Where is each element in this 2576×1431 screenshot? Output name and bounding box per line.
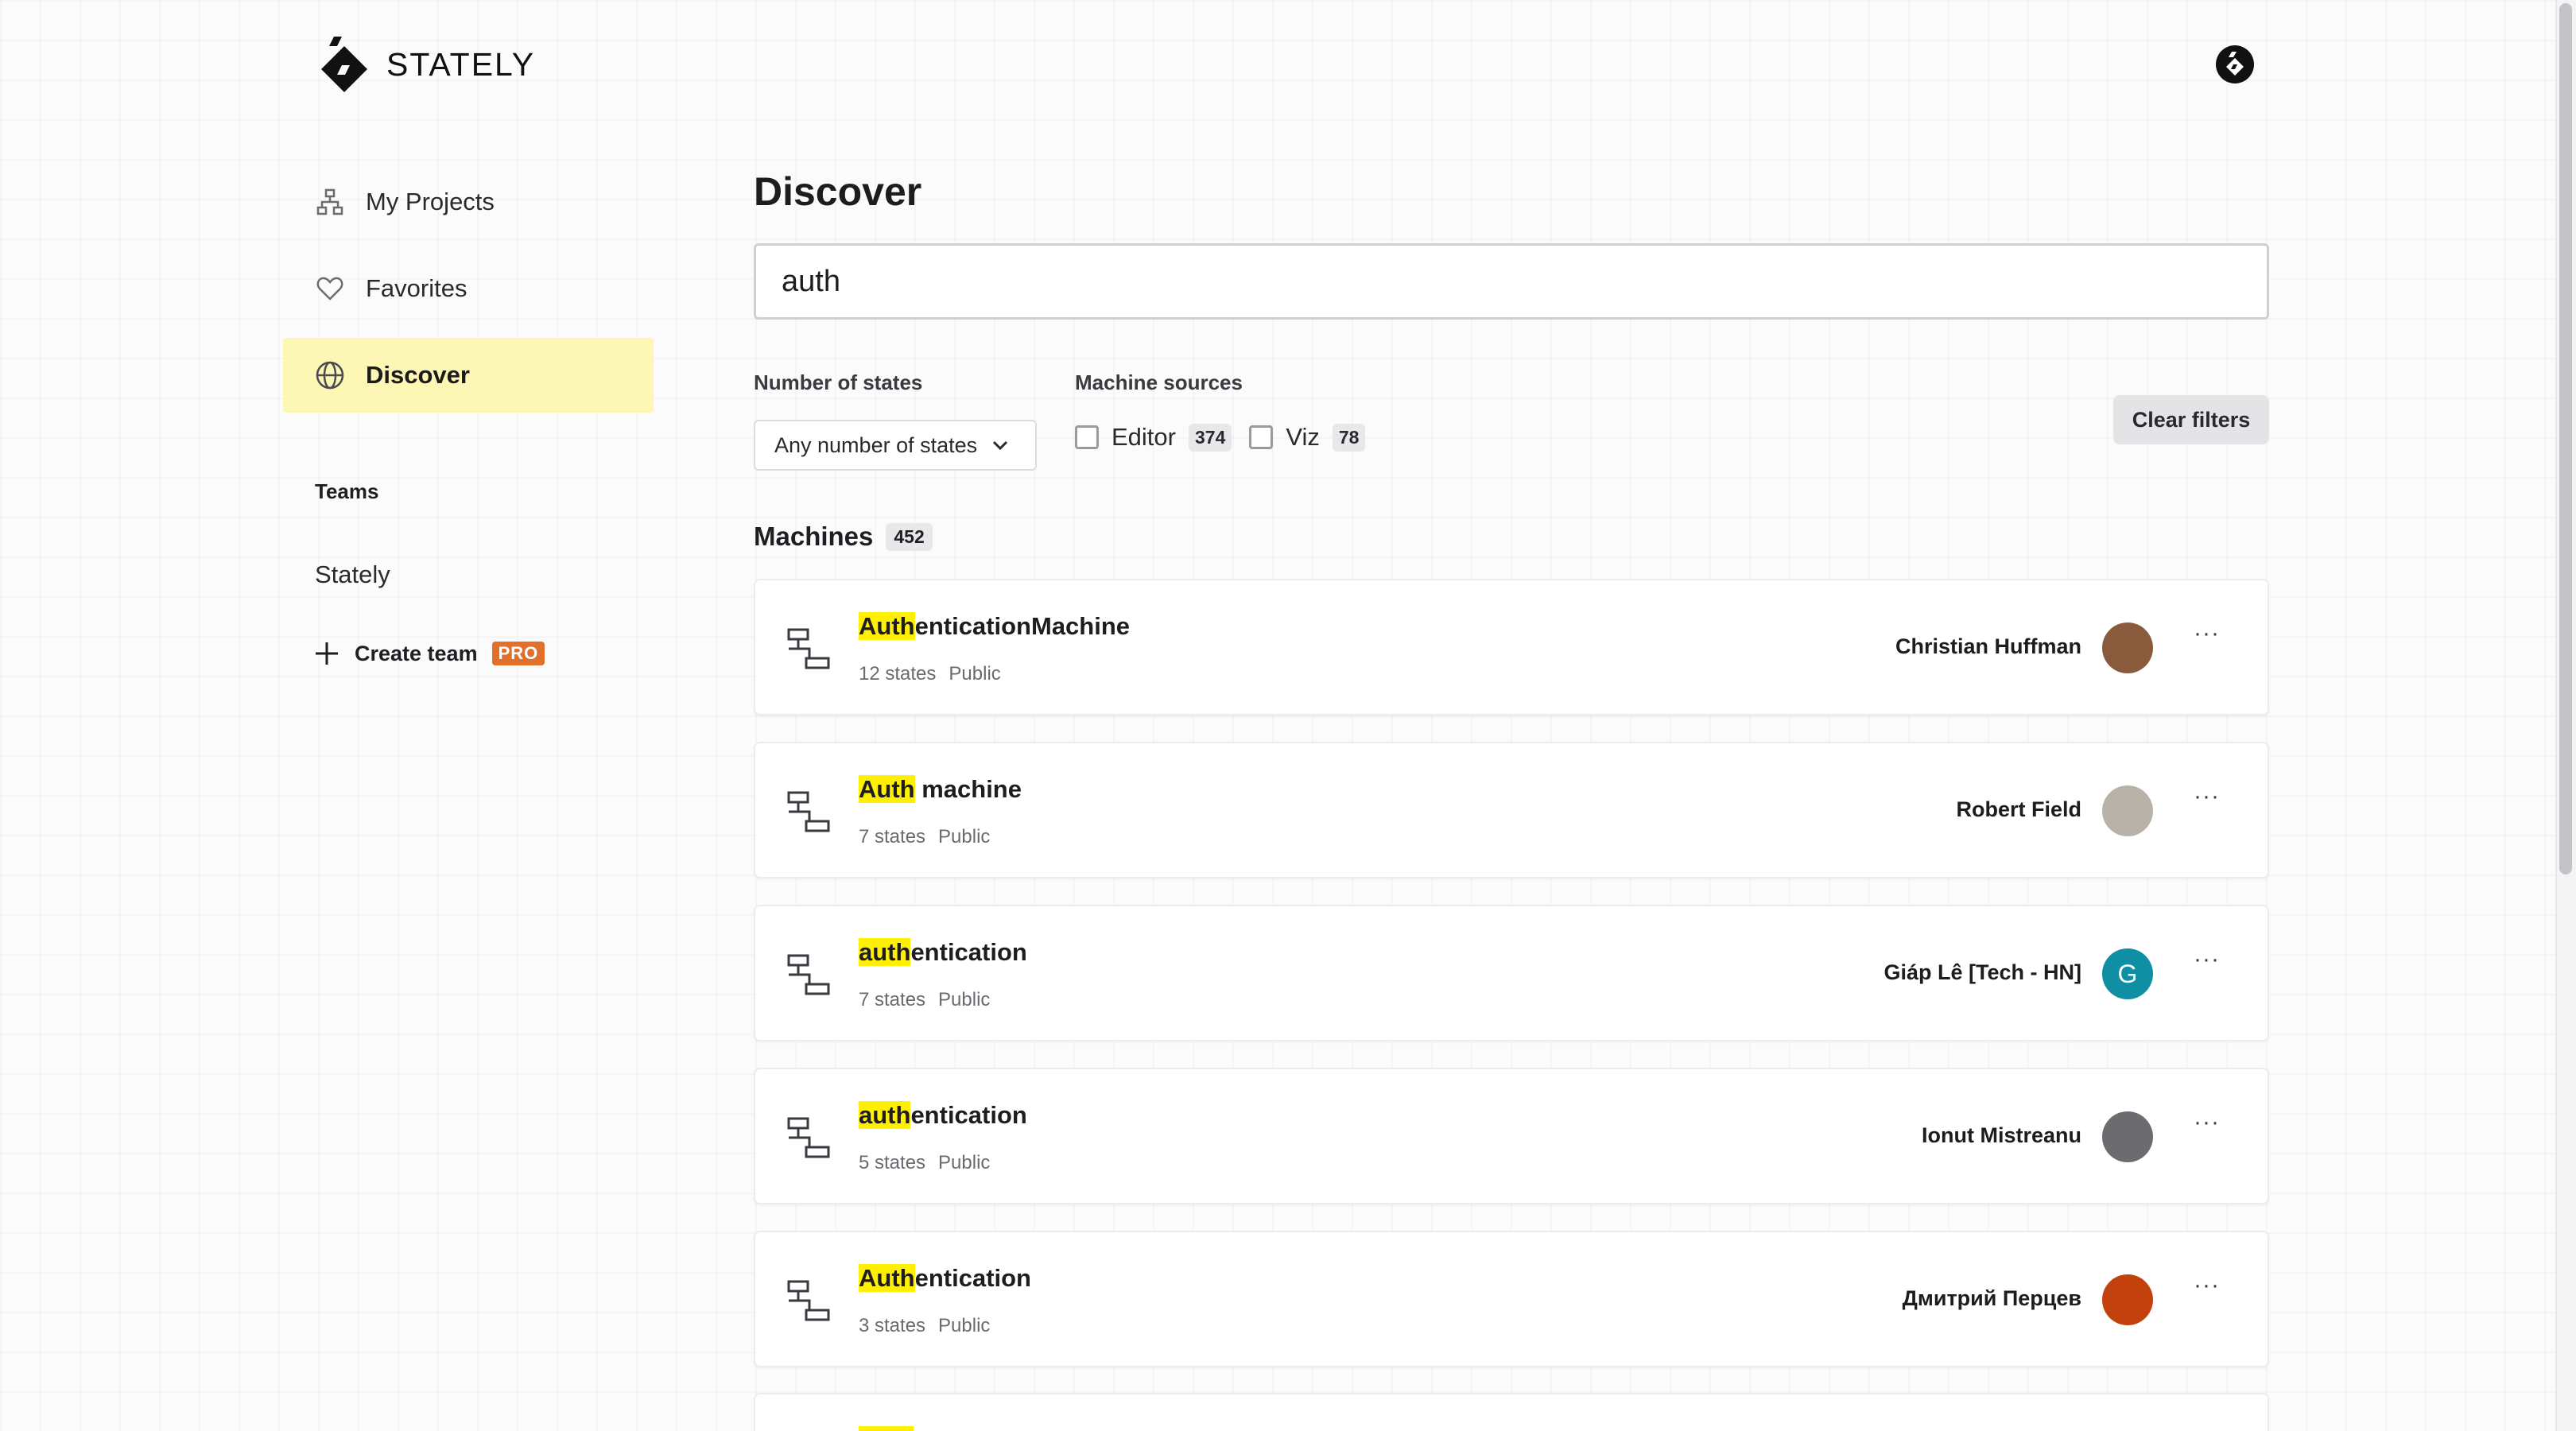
machine-title: authentication [859, 1101, 1027, 1130]
create-team-label: Create team [355, 641, 478, 665]
editor-label: Editor [1111, 423, 1176, 451]
search-highlight: auth [859, 938, 911, 966]
machine-meta: 7 states Public [859, 989, 990, 1011]
page-title: Discover [754, 169, 922, 214]
state-machine-icon [787, 954, 830, 995]
machine-card[interactable]: AuthenticationMachine 12 states Public C… [754, 579, 2269, 716]
machine-visibility: Public [938, 989, 991, 1010]
clear-filters-button[interactable]: Clear filters [2113, 395, 2269, 444]
search-highlight: Auth [859, 612, 915, 640]
sidebar-item-label: My Projects [366, 188, 495, 215]
machine-card[interactable]: authentication 5 states Public Ionut Mis… [754, 1068, 2269, 1204]
machine-meta: 12 states Public [859, 663, 1001, 685]
machines-heading: Machines 452 [754, 522, 933, 552]
app-name: STATELY [386, 45, 536, 83]
owner-avatar [2102, 622, 2153, 673]
machine-title: Auth machine [859, 775, 1022, 804]
machine-owner: Дмитрий Перцев [1902, 1286, 2081, 1310]
states-select[interactable]: Any number of states [754, 420, 1037, 471]
states-select-value: Any number of states [774, 432, 978, 457]
machine-title [859, 1426, 914, 1431]
editor-checkbox[interactable] [1075, 425, 1099, 449]
machine-title: Authentication [859, 1264, 1031, 1293]
sources-filter-label: Machine sources [1075, 370, 1243, 394]
viz-count-badge: 78 [1332, 423, 1366, 452]
machine-title-rest: entication [910, 938, 1027, 966]
state-machine-icon [787, 1280, 830, 1321]
machine-states-count: 12 states [859, 663, 937, 684]
owner-avatar: G [2102, 948, 2153, 999]
more-options-icon[interactable]: ··· [2194, 620, 2220, 647]
search-highlight: auth [859, 1101, 911, 1129]
states-filter-label: Number of states [754, 370, 923, 394]
machine-owner: Ionut Mistreanu [1922, 1123, 2081, 1147]
more-options-icon[interactable]: ··· [2194, 1109, 2220, 1136]
machine-title: AuthenticationMachine [859, 612, 1130, 641]
machine-title-rest: entication [910, 1101, 1027, 1129]
state-machine-icon [787, 791, 830, 832]
globe-icon [315, 360, 345, 390]
sidebar-item-favorites[interactable]: Favorites [283, 251, 654, 326]
machine-owner: Christian Huffman [1895, 634, 2081, 658]
viz-checkbox[interactable] [1249, 425, 1274, 449]
stately-logo[interactable]: STATELY [318, 35, 535, 94]
more-options-icon[interactable]: ··· [2194, 783, 2220, 810]
stately-logo-icon [321, 37, 367, 92]
sidebar-item-label: Favorites [366, 274, 467, 302]
search-highlight [859, 1426, 914, 1431]
plus-icon [316, 642, 338, 665]
machine-visibility: Public [938, 1315, 991, 1336]
state-machine-icon [787, 628, 830, 669]
sidebar-item-label: Discover [366, 361, 470, 389]
machine-visibility: Public [938, 826, 991, 847]
machines-count-badge: 452 [886, 522, 933, 551]
chevron-down-icon [993, 440, 1008, 451]
machine-visibility: Public [938, 1152, 991, 1173]
machine-states-count: 7 states [859, 989, 926, 1010]
machine-meta: 5 states Public [859, 1152, 990, 1174]
user-avatar[interactable] [2215, 45, 2255, 84]
machine-states-count: 5 states [859, 1152, 926, 1173]
machine-title-rest: entication [914, 1264, 1031, 1292]
machine-states-count: 7 states [859, 826, 926, 847]
machine-owner: Robert Field [1956, 797, 2081, 821]
search-highlight: Auth [859, 775, 915, 803]
owner-avatar [2102, 785, 2153, 836]
machine-meta: 3 states Public [859, 1315, 990, 1337]
sitemap-icon [315, 187, 345, 217]
create-team-button[interactable]: Create team PRO [313, 640, 545, 667]
machine-title-rest: machine [914, 775, 1022, 803]
search-input[interactable] [754, 243, 2269, 320]
machines-label: Machines [754, 522, 874, 551]
editor-count-badge: 374 [1188, 423, 1232, 452]
sidebar-team-stately[interactable]: Stately [315, 560, 390, 589]
machine-meta: 7 states Public [859, 826, 990, 848]
more-options-icon[interactable]: ··· [2194, 1272, 2220, 1299]
scrollbar-thumb[interactable] [2559, 3, 2572, 874]
owner-avatar [2102, 1111, 2153, 1162]
machine-owner: Giáp Lê [Tech - HN] [1884, 960, 2081, 984]
pro-badge: PRO [491, 642, 545, 665]
owner-avatar [2102, 1274, 2153, 1325]
sources-filter: Editor 374 Viz 78 [1075, 420, 1366, 455]
heart-icon [315, 273, 345, 304]
machine-card[interactable]: Authentication 3 states Public Дмитрий П… [754, 1231, 2269, 1367]
machine-card[interactable]: authentication 7 states Public Giáp Lê [… [754, 905, 2269, 1041]
machine-visibility: Public [949, 663, 1001, 684]
machine-title: authentication [859, 938, 1027, 967]
sidebar-item-discover[interactable]: Discover [283, 338, 654, 413]
machine-title-rest: enticationMachine [914, 612, 1131, 640]
sidebar-item-my-projects[interactable]: My Projects [283, 165, 654, 239]
viz-label: Viz [1286, 423, 1320, 451]
machine-card[interactable]: Auth machine 7 states Public Robert Fiel… [754, 742, 2269, 878]
state-machine-icon [787, 1117, 830, 1158]
machine-card[interactable] [754, 1393, 2269, 1431]
machine-states-count: 3 states [859, 1315, 926, 1336]
teams-heading: Teams [315, 479, 379, 503]
search-highlight: Auth [859, 1264, 915, 1292]
more-options-icon[interactable]: ··· [2194, 946, 2220, 973]
